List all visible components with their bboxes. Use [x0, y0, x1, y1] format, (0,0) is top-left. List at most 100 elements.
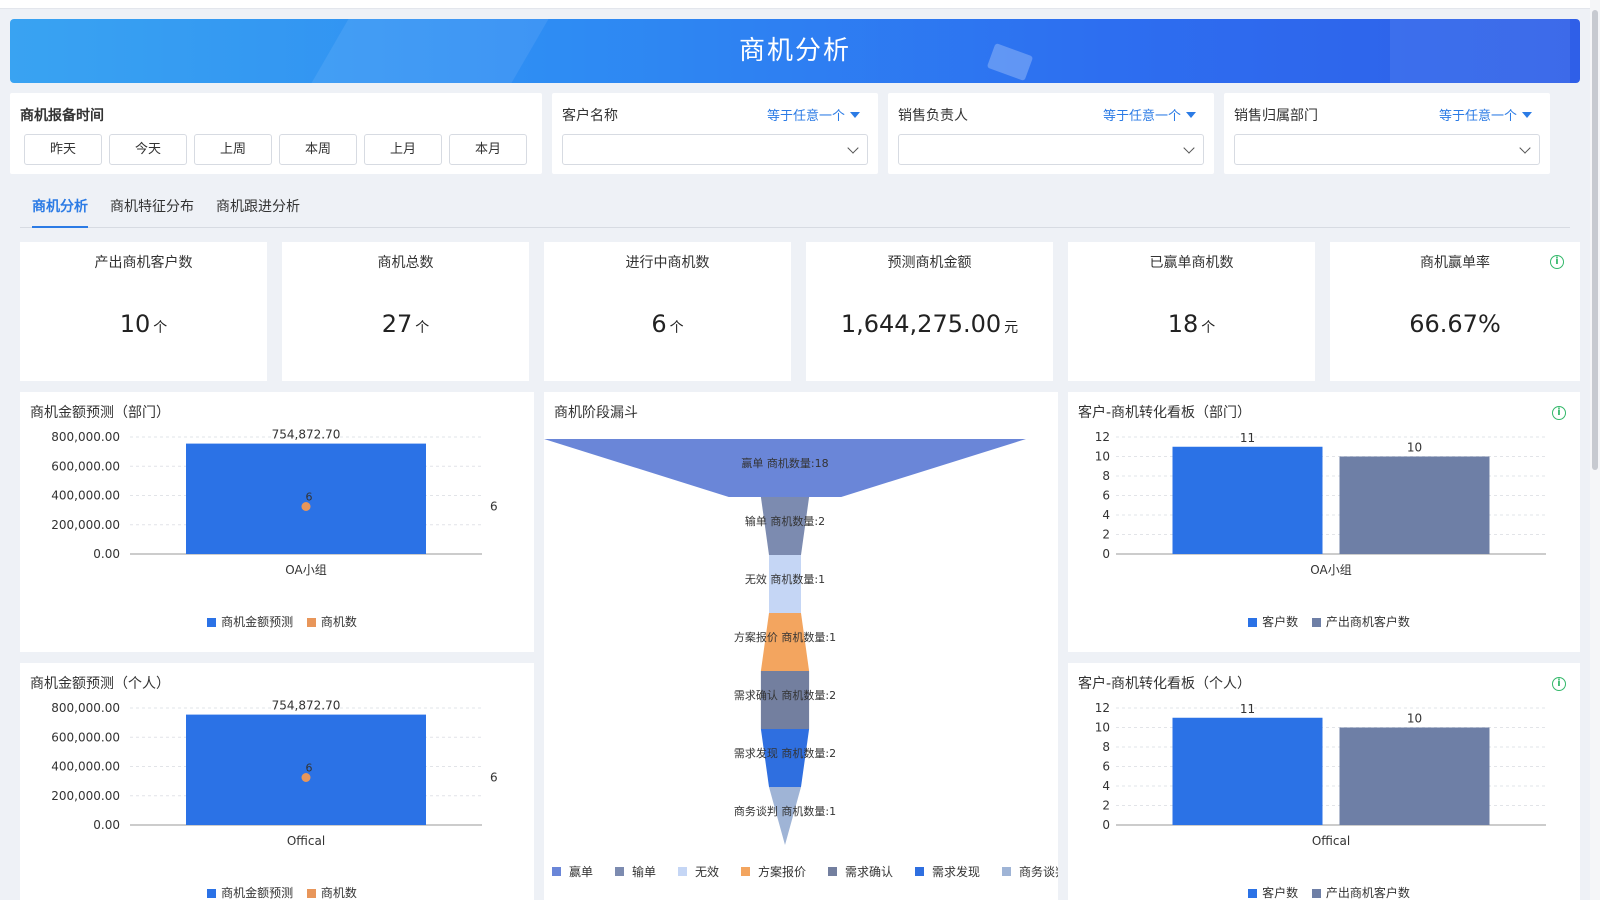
- kpi-card-total: 商机总数 27 个: [282, 242, 529, 381]
- kpi-unit: 个: [153, 320, 168, 336]
- funnel-label: 方案报价 商机数量:1: [734, 630, 836, 644]
- y-tick-label: 0.00: [93, 818, 120, 832]
- amount-person-chart: 800,000.00 600,000.00 400,000.00 200,000.00…: [51, 699, 498, 848]
- kpi-unit: 个: [669, 320, 684, 336]
- owner-select[interactable]: [898, 134, 1204, 165]
- y-tick-label: 4: [1102, 779, 1110, 793]
- legend-label[interactable]: 商机数: [321, 615, 357, 629]
- y-tick-label: 0: [1102, 547, 1110, 561]
- kpi-title: 预测商机金额: [887, 255, 972, 271]
- info-icon[interactable]: i: [1550, 255, 1564, 269]
- y-tick-label: 600,000.00: [51, 730, 120, 744]
- panel-conversion-person: 客户-商机转化看板（个人） i 12 10 8 6 4 2 0 11 10 Offical 客户数…: [1068, 663, 1580, 900]
- tab-followup-analysis[interactable]: 商机跟进分析: [216, 196, 300, 216]
- y-tick-label: 6: [1102, 760, 1110, 774]
- y-tick-label: 8: [1102, 740, 1110, 754]
- legend-swatch: [207, 618, 217, 627]
- legend-swatch: [915, 867, 924, 876]
- conversion-person-chart: 12 10 8 6 4 2 0 11 10 Offical: [1095, 701, 1546, 848]
- y2-tick-label: 6: [490, 500, 498, 514]
- panel-amount-forecast-person: 商机金额预测（个人） 800,000.00 600,000.00 400,000.0…: [20, 663, 534, 900]
- time-btn-yesterday[interactable]: 昨天: [24, 134, 102, 165]
- kpi-title: 产出商机客户数: [94, 255, 193, 271]
- legend-label[interactable]: 商机金额预测: [221, 615, 293, 629]
- panel-conversion-dept: 客户-商机转化看板（部门） i 12 10 8 6 4 2 0 11 10 OA小组 客户数 产出…: [1068, 392, 1580, 652]
- y-tick-label: 6: [1102, 489, 1110, 503]
- page-scrollbar[interactable]: [1590, 0, 1600, 900]
- kpi-value: 27 个: [282, 310, 529, 338]
- filter-time-label: 商机报备时间: [20, 108, 104, 124]
- time-btn-this-month[interactable]: 本月: [449, 134, 527, 165]
- y-tick-label: 800,000.00: [51, 701, 120, 715]
- legend-label[interactable]: 客户数: [1262, 886, 1298, 900]
- funnel-label: 无效 商机数量:1: [745, 572, 825, 586]
- kpi-value: 18 个: [1068, 310, 1315, 338]
- legend-label[interactable]: 商机数: [321, 886, 357, 900]
- page-title: 商机分析: [738, 36, 851, 66]
- funnel-label: 商务谈判 商机数量:1: [734, 804, 836, 818]
- customer-select[interactable]: [562, 134, 868, 165]
- legend-swatch: [1002, 867, 1011, 876]
- y2-tick-label: 6: [490, 771, 498, 785]
- scrollbar-thumb[interactable]: [1592, 10, 1598, 470]
- legend-swatch: [306, 889, 316, 898]
- filter-owner-operator[interactable]: 等于任意一个: [1103, 105, 1196, 124]
- kpi-card-won: 已赢单商机数 18 个: [1068, 242, 1315, 381]
- kpi-title: 已赢单商机数: [1149, 255, 1234, 271]
- legend-label: 方案报价: [758, 864, 806, 879]
- filter-customer-operator[interactable]: 等于任意一个: [767, 105, 860, 124]
- chevron-down-icon: [1519, 142, 1531, 154]
- filter-dept-operator[interactable]: 等于任意一个: [1439, 105, 1532, 124]
- x-tick-label: Offical: [287, 834, 325, 848]
- kpi-value: 10 个: [20, 310, 267, 338]
- y-tick-label: 12: [1095, 430, 1110, 444]
- kpi-number: 66.67%: [1409, 310, 1501, 338]
- filter-customer-label: 客户名称: [562, 108, 618, 124]
- y-tick-label: 0.00: [93, 547, 120, 561]
- y-tick-label: 400,000.00: [51, 760, 120, 774]
- tab-opportunity-analysis[interactable]: 商机分析: [32, 196, 88, 216]
- operator-label: 等于任意一个: [1438, 109, 1517, 124]
- legend-swatch: [207, 889, 217, 898]
- legend-swatch: [552, 867, 561, 876]
- y-tick-label: 12: [1095, 701, 1110, 715]
- caret-down-icon: [850, 112, 860, 118]
- legend-label[interactable]: 产出商机客户数: [1326, 886, 1410, 900]
- legend-swatch: [1248, 889, 1258, 898]
- kpi-title: 商机赢单率: [1420, 255, 1490, 271]
- time-btn-this-week[interactable]: 本周: [279, 134, 357, 165]
- legend-swatch: [615, 867, 624, 876]
- time-btn-last-month[interactable]: 上月: [364, 134, 442, 165]
- tab-feature-distribution[interactable]: 商机特征分布: [110, 196, 194, 216]
- y-tick-label: 8: [1102, 469, 1110, 483]
- y-tick-label: 200,000.00: [51, 789, 120, 803]
- legend-label[interactable]: 商机金额预测: [221, 886, 293, 900]
- kpi-number: 6: [651, 310, 667, 338]
- funnel-chart: 赢单 商机数量:18 输单 商机数量:2 无效 商机数量:1 方案报价 商机数量:1 需…: [544, 439, 1058, 879]
- legend-label[interactable]: 产出商机客户数: [1326, 615, 1410, 629]
- caret-down-icon: [1186, 112, 1196, 118]
- kpi-unit: 个: [1201, 320, 1216, 336]
- data-label: 11: [1240, 431, 1255, 445]
- panel-amount-forecast-dept: 商机金额预测（部门） 800,000.00 600,000.00 400,000.0…: [20, 392, 534, 652]
- data-label: 10: [1407, 712, 1422, 726]
- y-tick-label: 0: [1102, 818, 1110, 832]
- legend-swatch: [306, 618, 316, 627]
- bar: [1339, 456, 1490, 554]
- dept-select[interactable]: [1234, 134, 1540, 165]
- y-tick-label: 2: [1102, 799, 1110, 813]
- kpi-value: 66.67%: [1330, 310, 1580, 338]
- caret-down-icon: [1522, 112, 1532, 118]
- filter-owner: 销售负责人 等于任意一个: [888, 93, 1214, 174]
- data-label: 6: [306, 762, 313, 775]
- bar: [1172, 446, 1323, 554]
- time-btn-last-week[interactable]: 上周: [194, 134, 272, 165]
- kpi-card-forecast-amount: 预测商机金额 1,644,275.00 元: [806, 242, 1053, 381]
- time-btn-today[interactable]: 今天: [109, 134, 187, 165]
- bar: [1172, 717, 1323, 825]
- legend-label[interactable]: 客户数: [1262, 615, 1298, 629]
- y-tick-label: 400,000.00: [51, 489, 120, 503]
- x-tick-label: OA小组: [285, 563, 326, 577]
- legend-label: 无效: [695, 864, 719, 879]
- tab-bar: 商机分析 商机特征分布 商机跟进分析: [20, 180, 1580, 232]
